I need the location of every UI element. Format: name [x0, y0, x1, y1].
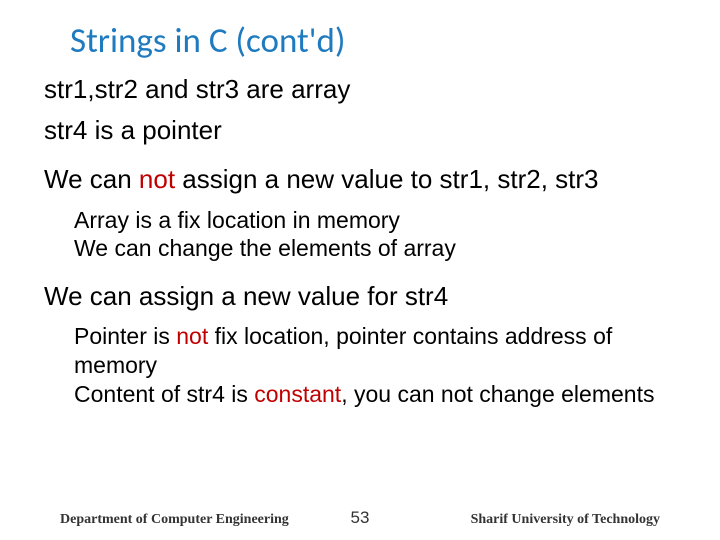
bullet-3-sub-1: Array is a fix location in memory	[28, 206, 692, 235]
bullet-4-sub-1-red: not	[176, 323, 208, 349]
footer-left: Department of Computer Engineering	[60, 512, 289, 528]
bullet-4-sub-2-b: , you can not change elements	[341, 381, 654, 407]
bullet-4-sub-2: Content of str4 is constant, you can not…	[28, 380, 692, 409]
bullet-3: We can not assign a new value to str1, s…	[28, 164, 692, 195]
footer-page-number: 53	[351, 508, 370, 528]
bullet-4-sub-1: Pointer is not fix location, pointer con…	[28, 322, 692, 380]
bullet-3-red: not	[139, 164, 175, 194]
bullet-2: str4 is a pointer	[28, 115, 692, 146]
bullet-3-part-b: assign a new value to str1, str2, str3	[175, 164, 598, 194]
bullet-4-sub-1-a: Pointer is	[74, 323, 176, 349]
bullet-3-part-a: We can	[44, 164, 139, 194]
bullet-4: We can assign a new value for str4	[28, 281, 692, 312]
slide-title: Strings in C (cont'd)	[0, 0, 720, 74]
slide-body: str1,str2 and str3 are array str4 is a p…	[0, 74, 720, 409]
bullet-3-sub-2: We can change the elements of array	[28, 234, 692, 263]
bullet-4-sub-2-a: Content of str4 is	[74, 381, 254, 407]
footer-right: Sharif University of Technology	[471, 512, 660, 528]
bullet-4-sub-2-red: constant	[254, 381, 341, 407]
bullet-1: str1,str2 and str3 are array	[28, 74, 692, 105]
